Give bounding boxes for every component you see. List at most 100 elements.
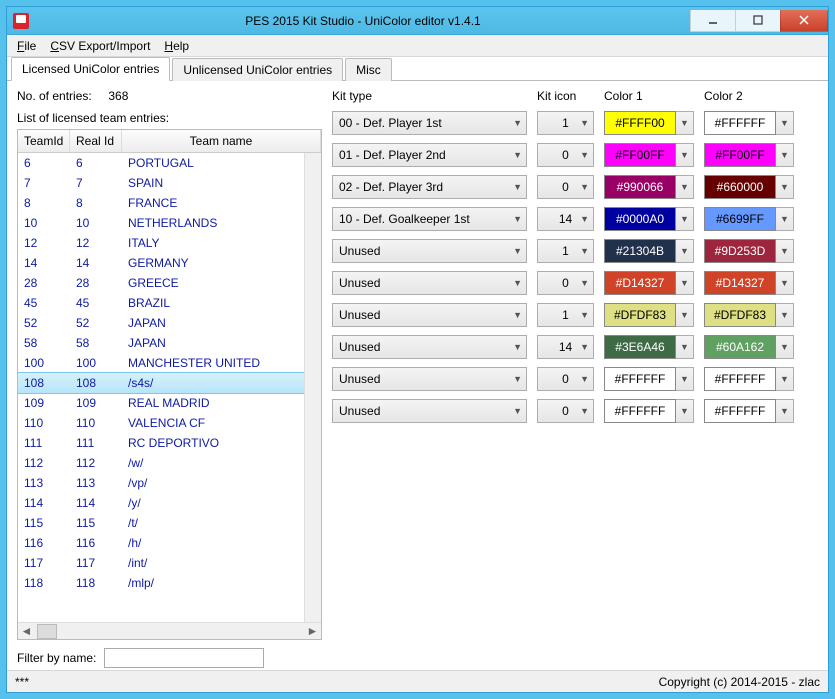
kit-type-combo[interactable]: Unused▼	[332, 335, 527, 359]
table-row[interactable]: 88FRANCE	[18, 193, 304, 213]
table-row[interactable]: 1010NETHERLANDS	[18, 213, 304, 233]
color1-button[interactable]: #FFFFFF	[604, 367, 676, 391]
table-row[interactable]: 115115/t/	[18, 513, 304, 533]
color2-button[interactable]: #FF00FF	[704, 143, 776, 167]
menu-csv[interactable]: CSV Export/Import	[44, 37, 156, 55]
color2-dropdown[interactable]: ▼	[776, 207, 794, 231]
table-row[interactable]: 77SPAIN	[18, 173, 304, 193]
color1-dropdown[interactable]: ▼	[676, 207, 694, 231]
color1-dropdown[interactable]: ▼	[676, 271, 694, 295]
color1-dropdown[interactable]: ▼	[676, 143, 694, 167]
table-row[interactable]: 117117/int/	[18, 553, 304, 573]
color2-button[interactable]: #9D253D	[704, 239, 776, 263]
table-row[interactable]: 118118/mlp/	[18, 573, 304, 593]
color1-button[interactable]: #FFFFFF	[604, 399, 676, 423]
table-row[interactable]: 66PORTUGAL	[18, 153, 304, 173]
maximize-button[interactable]	[735, 10, 781, 32]
kit-type-combo[interactable]: Unused▼	[332, 303, 527, 327]
menu-help[interactable]: Help	[158, 37, 195, 55]
table-row[interactable]: 1212ITALY	[18, 233, 304, 253]
filter-input[interactable]	[104, 648, 264, 668]
table-row[interactable]: 111111RC DEPORTIVO	[18, 433, 304, 453]
color2-dropdown[interactable]: ▼	[776, 399, 794, 423]
color2-button[interactable]: #6699FF	[704, 207, 776, 231]
menu-file[interactable]: File	[11, 37, 42, 55]
table-row[interactable]: 108108/s4s/	[18, 372, 304, 394]
color2-button[interactable]: #660000	[704, 175, 776, 199]
vertical-scrollbar[interactable]	[304, 153, 321, 622]
kit-type-combo[interactable]: Unused▼	[332, 367, 527, 391]
color1-button[interactable]: #FF00FF	[604, 143, 676, 167]
table-row[interactable]: 110110VALENCIA CF	[18, 413, 304, 433]
color1-button[interactable]: #3E6A46	[604, 335, 676, 359]
kit-icon-combo[interactable]: 0▼	[537, 175, 594, 199]
table-row[interactable]: 116116/h/	[18, 533, 304, 553]
color2-button[interactable]: #60A162	[704, 335, 776, 359]
kit-icon-combo[interactable]: 14▼	[537, 207, 594, 231]
table-row[interactable]: 5858JAPAN	[18, 333, 304, 353]
table-row[interactable]: 114114/y/	[18, 493, 304, 513]
table-row[interactable]: 113113/vp/	[18, 473, 304, 493]
kit-icon-combo[interactable]: 0▼	[537, 367, 594, 391]
color1-dropdown[interactable]: ▼	[676, 303, 694, 327]
kit-icon-combo[interactable]: 1▼	[537, 111, 594, 135]
col-realid[interactable]: Real Id	[70, 130, 122, 152]
kit-icon-combo[interactable]: 1▼	[537, 303, 594, 327]
kit-icon-combo[interactable]: 14▼	[537, 335, 594, 359]
color2-dropdown[interactable]: ▼	[776, 143, 794, 167]
color1-dropdown[interactable]: ▼	[676, 111, 694, 135]
color2-dropdown[interactable]: ▼	[776, 175, 794, 199]
color2-dropdown[interactable]: ▼	[776, 271, 794, 295]
color1-button[interactable]: #0000A0	[604, 207, 676, 231]
table-row[interactable]: 1414GERMANY	[18, 253, 304, 273]
tab-misc[interactable]: Misc	[345, 58, 392, 81]
color1-dropdown[interactable]: ▼	[676, 399, 694, 423]
table-row[interactable]: 2828GREECE	[18, 273, 304, 293]
color2-dropdown[interactable]: ▼	[776, 335, 794, 359]
color2-button[interactable]: #D14327	[704, 271, 776, 295]
table-row[interactable]: 112112/w/	[18, 453, 304, 473]
color2-button[interactable]: #FFFFFF	[704, 367, 776, 391]
kit-type-combo[interactable]: 02 - Def. Player 3rd▼	[332, 175, 527, 199]
table-row[interactable]: 4545BRAZIL	[18, 293, 304, 313]
minimize-button[interactable]	[690, 10, 736, 32]
titlebar[interactable]: PES 2015 Kit Studio - UniColor editor v1…	[7, 7, 828, 35]
color2-button[interactable]: #FFFFFF	[704, 399, 776, 423]
kit-type-combo[interactable]: 00 - Def. Player 1st▼	[332, 111, 527, 135]
color1-button[interactable]: #990066	[604, 175, 676, 199]
table-body[interactable]: 66PORTUGAL77SPAIN88FRANCE1010NETHERLANDS…	[18, 153, 304, 622]
color1-button[interactable]: #FFFF00	[604, 111, 676, 135]
color1-button[interactable]: #D14327	[604, 271, 676, 295]
color2-dropdown[interactable]: ▼	[776, 239, 794, 263]
color1-dropdown[interactable]: ▼	[676, 335, 694, 359]
col-teamname[interactable]: Team name	[122, 130, 321, 152]
kit-icon-combo[interactable]: 0▼	[537, 271, 594, 295]
color2-dropdown[interactable]: ▼	[776, 303, 794, 327]
color2-dropdown[interactable]: ▼	[776, 367, 794, 391]
color1-dropdown[interactable]: ▼	[676, 367, 694, 391]
col-teamid[interactable]: TeamId	[18, 130, 70, 152]
table-row[interactable]: 109109REAL MADRID	[18, 393, 304, 413]
kit-type-combo[interactable]: Unused▼	[332, 271, 527, 295]
color2-button[interactable]: #FFFFFF	[704, 111, 776, 135]
color1-dropdown[interactable]: ▼	[676, 175, 694, 199]
scroll-left-icon[interactable]: ◄	[18, 624, 35, 639]
color1-button[interactable]: #DFDF83	[604, 303, 676, 327]
color1-dropdown[interactable]: ▼	[676, 239, 694, 263]
color2-button[interactable]: #DFDF83	[704, 303, 776, 327]
kit-type-combo[interactable]: Unused▼	[332, 399, 527, 423]
horizontal-scrollbar[interactable]: ◄ ►	[18, 622, 321, 639]
color2-dropdown[interactable]: ▼	[776, 111, 794, 135]
kit-icon-combo[interactable]: 1▼	[537, 239, 594, 263]
kit-type-combo[interactable]: 10 - Def. Goalkeeper 1st▼	[332, 207, 527, 231]
scroll-right-icon[interactable]: ►	[304, 624, 321, 639]
close-button[interactable]	[780, 10, 828, 32]
kit-icon-combo[interactable]: 0▼	[537, 399, 594, 423]
tab-unlicensed[interactable]: Unlicensed UniColor entries	[172, 58, 343, 81]
kit-icon-combo[interactable]: 0▼	[537, 143, 594, 167]
kit-type-combo[interactable]: 01 - Def. Player 2nd▼	[332, 143, 527, 167]
tab-licensed[interactable]: Licensed UniColor entries	[11, 57, 170, 81]
kit-type-combo[interactable]: Unused▼	[332, 239, 527, 263]
scroll-thumb[interactable]	[37, 624, 57, 639]
color1-button[interactable]: #21304B	[604, 239, 676, 263]
